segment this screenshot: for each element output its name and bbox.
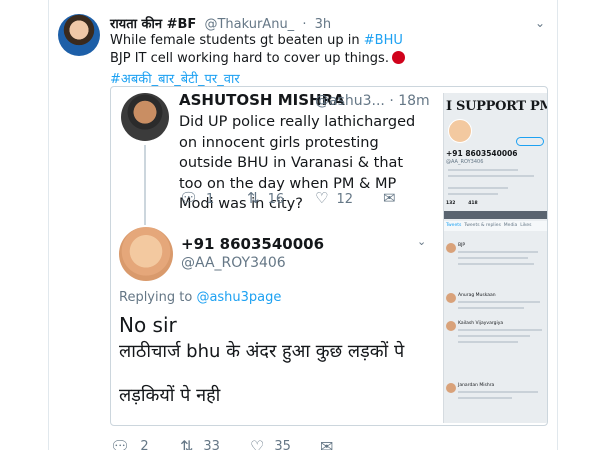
reply-line-3: लड़कियों पे नही [119,385,221,406]
profile-bio-line [448,169,518,171]
profile-avatar [448,119,472,143]
feed-entry-line [458,301,540,303]
quoted-mail-action: ✉ [383,189,404,207]
tweet-text-line-2: BJP IT cell working hard to cover up thi… [110,51,405,66]
like-button[interactable]: ♡ 35 [250,437,291,450]
feed-avatar [446,243,456,253]
feed-entry-line [458,257,528,259]
quoted-handle-1: @ashu3... · 18m [315,93,430,109]
reply-line-2: लाठीचार्ज bhu के अंदर हुआ कुछ लड़कों पे [119,341,405,362]
feed-entry-name: Janardan Mishra [458,383,495,388]
author-handle[interactable]: @ThakurAnu_ [204,17,294,32]
quoted-avatar-2 [119,227,173,281]
angry-face-icon [391,51,405,64]
feed-entry-name: Kailash Vijayvargiya [458,321,504,326]
quoted-handle-2: @AA_ROY3406 [181,255,286,271]
hashtag-bhu[interactable]: #BHU [364,33,403,48]
header-separator: · [302,17,307,32]
embedded-profile-screenshot: I SUPPORT PM +91 8603540006 @AA_ROY3406 … [443,93,547,423]
retweet-icon: ⇅ [180,437,194,450]
profile-stats: 132 418 [446,201,478,206]
like-count: 35 [274,439,291,450]
author-avatar[interactable] [58,14,100,56]
feed-entry-line [458,263,534,265]
tweet-text-line-1: While female students gt beaten up in #B… [110,33,403,48]
reply-button[interactable]: 💬︎ 2 [110,437,149,450]
feed-avatar [446,321,456,331]
reply-count: 2 [140,439,149,450]
profile-tab-tweets: Tweets [446,223,462,228]
profile-handle: @AA_ROY3406 [446,159,484,165]
feed-avatar [446,383,456,393]
tweet-text: While female students gt beaten up in [110,33,364,48]
quoted-retweet-action: ⇅ 16 [247,189,284,207]
profile-joined-line [448,193,498,195]
profile-name: +91 8603540006 [446,149,518,158]
feed-entry-line [458,335,530,337]
feed-entry-line [458,341,518,343]
mail-icon: ✉ [383,189,396,207]
like-icon: ♡ [250,437,265,450]
profile-tabs: Tweets Tweets & replies Media Likes [444,221,547,231]
tweet-time[interactable]: 3h [315,17,332,32]
replying-handle: @ashu3page [196,290,282,305]
feed-entry-line [458,251,538,253]
feed-avatar [446,293,456,303]
retweet-count: 33 [203,439,220,450]
profile-tab-media: Media [503,223,518,228]
tweet-text-2: BJP IT cell working hard to cover up thi… [110,51,389,66]
thread-line [144,145,146,225]
feed-entry-name: Anurag Muskaan [458,293,496,298]
quoted-name-2: +91 8603540006 [181,235,325,253]
profile-followers-count: 418 [468,201,478,206]
quoted-chevron-icon: ⌄ [417,235,427,248]
profile-bio-line [448,175,534,177]
profile-tab-replies: Tweets & replies [464,223,501,228]
profile-location-line [448,187,508,189]
reply-icon: 💬︎ [110,437,131,450]
quoted-reply-count: 1 [206,192,215,207]
reply-icon: 💬︎ [179,189,199,207]
hashtag-hindi[interactable]: #अबकी_बार_बेटी_पर_वार [110,69,240,87]
feed-entry-line [458,391,538,393]
profile-header-text: I SUPPORT PM [446,99,548,114]
quoted-like-action: ♡ 12 [315,189,353,207]
replying-prefix: Replying to [119,290,197,305]
profile-tweets-count: 132 [446,201,456,206]
quoted-reply-action: 💬︎ 1 [179,189,214,207]
tweet-header: रायता कीन #BF @ThakurAnu_ · 3h [110,14,331,32]
author-name[interactable]: रायता कीन #BF [110,17,196,32]
quoted-image[interactable]: ASHUTOSH MISHRA @ashu3... · 18m Did UP p… [110,86,548,426]
profile-divider-bar [444,211,547,219]
quoted-like-count: 12 [336,192,353,207]
reply-line-1: No sir [119,313,177,337]
retweet-icon: ⇅ [247,189,260,207]
feed-entry-line [458,329,542,331]
retweet-button[interactable]: ⇅ 33 [180,437,220,450]
quoted-retweet-count: 16 [267,192,285,207]
feed-entry-name: BJP [458,243,466,248]
replying-to: Replying to @ashu3page [119,290,281,305]
feed-entry-line [458,397,512,399]
direct-message-button[interactable]: ✉ [320,437,343,450]
mail-icon: ✉ [320,437,334,450]
feed-entry-line [458,307,524,309]
quoted-avatar-1 [121,93,169,141]
chevron-down-icon[interactable]: ⌄ [535,16,545,30]
like-icon: ♡ [315,189,329,207]
profile-tab-likes: Likes [520,223,532,228]
follow-button [516,137,544,146]
